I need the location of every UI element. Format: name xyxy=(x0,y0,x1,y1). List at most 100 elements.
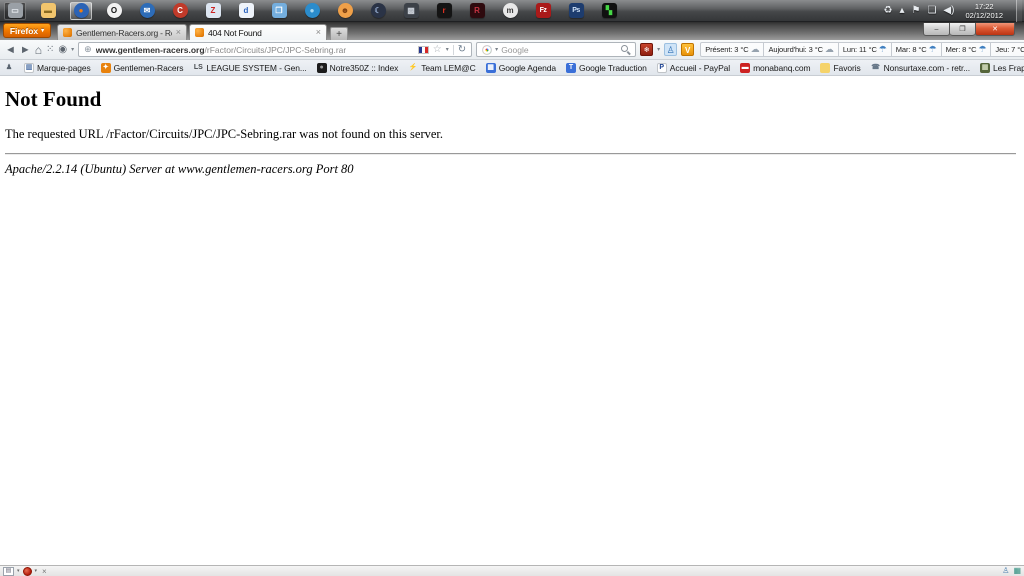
tab-2[interactable]: 404 Not Found × xyxy=(189,24,327,40)
taskbar-filezilla-icon[interactable]: Fz xyxy=(532,2,554,20)
error-message: The requested URL /rFactor/Circuits/JPC/… xyxy=(5,127,444,141)
new-tab-button[interactable]: + xyxy=(330,27,348,40)
weather-segment-3[interactable]: Lun: 11 °C ☂ xyxy=(838,42,892,57)
status-person-icon[interactable]: ♙ xyxy=(1002,566,1009,576)
tab-close-icon[interactable]: × xyxy=(316,28,321,37)
bookmark-item[interactable]: ⚡ Team LEM@C xyxy=(408,63,476,73)
bookmark-item[interactable]: T Google Traduction xyxy=(566,62,647,73)
bookmark-label: Marque-pages xyxy=(37,62,91,73)
bookmark-item[interactable]: ● Notre350Z :: Index xyxy=(316,62,398,73)
minimize-button[interactable]: – xyxy=(923,23,950,36)
taskbar-show-desktop-icon[interactable]: ▭ xyxy=(4,1,26,20)
taskbar-photo-tool-icon[interactable]: ▩ xyxy=(400,2,422,20)
weather-segment-2[interactable]: Aujourd'hui: 3 °C ☁ xyxy=(764,42,839,57)
bookmark-favicon: LS xyxy=(193,63,203,71)
taskbar-color-app-icon[interactable]: ▚ xyxy=(598,2,620,20)
blue-d-app-glyph: d xyxy=(238,3,254,18)
thunderbird-glyph: ✉ xyxy=(139,3,155,18)
volume-icon[interactable]: ◀) xyxy=(943,2,954,20)
weather-label: Jeu: 7 °C xyxy=(995,45,1024,54)
show-desktop-glyph: ▭ xyxy=(7,3,23,18)
bookmark-item[interactable]: ♟ xyxy=(4,63,14,73)
caret-down-icon[interactable]: ▾ xyxy=(17,568,20,574)
caret-down-icon[interactable]: ▾ xyxy=(446,46,449,53)
taskbar-opera-icon[interactable]: O xyxy=(103,2,125,20)
taskbar-blue-sphere-app-icon[interactable]: ● xyxy=(301,2,323,20)
explorer-glyph: ▬ xyxy=(40,3,56,18)
globe-menu-icon[interactable]: ◉ xyxy=(58,41,67,59)
bookmark-item[interactable]: P Accueil - PayPal xyxy=(656,62,730,73)
bookmark-item[interactable]: ▬ monabanq.com xyxy=(740,62,811,73)
weather-extension-bar: Présent: 3 °C ☁ Aujourd'hui: 3 °C ☁ Lun: 11 … xyxy=(700,42,1024,57)
taskbar-thunderbird-icon[interactable]: ✉ xyxy=(136,2,158,20)
taskbar-explorer-icon[interactable]: ▬ xyxy=(37,2,59,20)
taskbar-avatar-app-icon[interactable]: ☻ xyxy=(334,2,356,20)
search-icon[interactable] xyxy=(621,45,630,54)
weather-label: Mar: 8 °C xyxy=(895,45,927,54)
bookmark-label: Les Frappadingues xyxy=(993,62,1024,73)
home-button[interactable]: ⌂ xyxy=(35,41,42,59)
status-grid-icon[interactable]: ▦ xyxy=(1013,566,1021,576)
rain-icon: ☂ xyxy=(878,44,887,54)
caret-down-icon[interactable]: ▾ xyxy=(71,46,74,53)
caret-down-icon[interactable]: ▾ xyxy=(657,46,660,53)
forward-button[interactable]: ► xyxy=(20,41,31,59)
adblock-status-icon[interactable] xyxy=(22,566,32,576)
remote-desktop-glyph: ❐ xyxy=(271,3,287,18)
close-addon-bar-icon[interactable]: × xyxy=(42,567,47,576)
taskbar-remote-desktop-icon[interactable]: ❐ xyxy=(268,2,290,20)
bookmark-favicon: ▦ xyxy=(485,62,496,73)
bookmark-item[interactable]: ▦Les Frappadingues xyxy=(980,62,1024,73)
bookmark-favicon: ▬ xyxy=(740,62,751,73)
weather-segment-1[interactable]: Présent: 3 °C ☁ xyxy=(700,42,765,57)
bookmark-item[interactable]: ☎ Nonsurtaxe.com - retr... xyxy=(871,63,970,73)
taskbar-zonealarm-icon[interactable]: Z xyxy=(202,2,224,20)
bookmark-label: LEAGUE SYSTEM - Gen... xyxy=(206,62,307,73)
bookmark-favicon: ▦ xyxy=(980,62,991,73)
taskbar-ccleaner-icon[interactable]: C xyxy=(169,2,191,20)
taskbar-clock[interactable]: 17:22 02/12/2012 xyxy=(961,2,1007,20)
bookmark-item[interactable]: ▦ Google Agenda xyxy=(485,62,556,73)
bookmark-item[interactable]: ✦ Gentlemen-Racers xyxy=(100,62,183,73)
recycle-bin-icon[interactable]: ♻ xyxy=(883,2,892,20)
v-shield-extension-icon[interactable]: V xyxy=(681,43,695,56)
page-options-icon[interactable]: ▤ xyxy=(3,566,14,576)
filezilla-glyph: Fz xyxy=(535,3,551,18)
bookmark-item[interactable]: LS LEAGUE SYSTEM - Gen... xyxy=(193,62,307,73)
action-center-flag-icon[interactable]: ⚑ xyxy=(911,2,920,20)
taskbar-blue-d-app-icon[interactable]: d xyxy=(235,2,257,20)
ccleaner-glyph: C xyxy=(172,3,188,18)
network-icon[interactable]: ❏ xyxy=(927,2,936,20)
weather-segment-6[interactable]: Jeu: 7 °C☁ xyxy=(991,42,1024,57)
reload-icon[interactable]: ↻ xyxy=(458,44,466,55)
caret-down-icon[interactable]: ▾ xyxy=(495,46,498,53)
hidden-icons-caret-icon[interactable]: ▴ xyxy=(899,2,904,20)
france-flag-icon[interactable] xyxy=(417,45,429,54)
tab-1[interactable]: Gentlemen-Racers.org - Répondre au... × xyxy=(57,24,187,40)
taskbar-m-app-icon[interactable]: m xyxy=(499,2,521,20)
bookmark-star-icon[interactable]: ☆ xyxy=(433,44,442,55)
show-desktop-button[interactable] xyxy=(1016,0,1022,22)
opera-glyph: O xyxy=(106,3,122,18)
tab-close-icon[interactable]: × xyxy=(176,28,181,37)
taskbar-rfactor-icon[interactable]: r xyxy=(433,2,455,20)
taskbar-racing-sim-icon[interactable]: R xyxy=(466,2,488,20)
taskbar-moon-swirl-app-icon[interactable]: ☾ xyxy=(367,2,389,20)
taskbar-firefox-icon[interactable]: ● xyxy=(70,1,92,20)
close-window-button[interactable]: ✕ xyxy=(975,23,1015,36)
weather-segment-4[interactable]: Mar: 8 °C ☂ xyxy=(891,42,942,57)
paw-extension-icon[interactable]: ⁙ xyxy=(46,41,54,59)
back-button[interactable]: ◄ xyxy=(5,41,16,59)
search-input[interactable]: ▾ Google xyxy=(476,42,637,57)
caret-down-icon[interactable]: ▾ xyxy=(35,568,38,574)
restore-button[interactable]: ❐ xyxy=(950,23,975,36)
bookmark-item[interactable]: ▥ Marque-pages xyxy=(24,62,91,73)
firefox-menu-button[interactable]: Firefox ▾ xyxy=(3,23,51,38)
blue-extension-icon[interactable]: ♙ xyxy=(664,43,678,56)
bookmark-item[interactable]: Favoris xyxy=(820,62,861,73)
url-input[interactable]: ⊕ www.gentlemen-racers.org/rFactor/Circu… xyxy=(78,42,473,57)
photoshop-glyph: Ps xyxy=(568,3,584,18)
adblock-icon[interactable]: ❄ xyxy=(640,43,654,56)
weather-segment-5[interactable]: Mer: 8 °C ☂ xyxy=(941,42,992,57)
taskbar-photoshop-icon[interactable]: Ps xyxy=(565,2,587,20)
